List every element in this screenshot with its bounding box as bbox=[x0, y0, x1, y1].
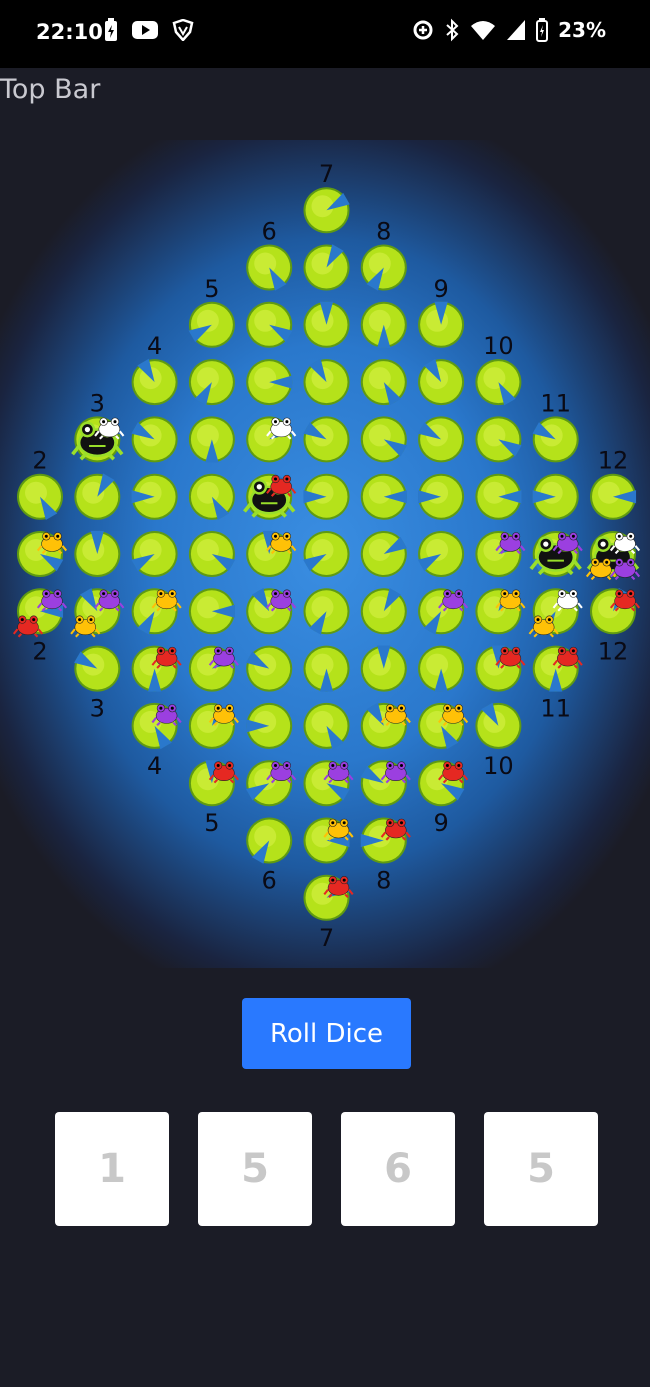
column-label-top: 3 bbox=[90, 389, 105, 417]
lily-pad[interactable] bbox=[418, 301, 465, 348]
lily-pad[interactable] bbox=[303, 531, 350, 577]
lily-pad[interactable] bbox=[418, 358, 465, 406]
column-label-bottom: 8 bbox=[376, 867, 391, 895]
die-1: 1 bbox=[55, 1112, 169, 1226]
lily-pad[interactable] bbox=[246, 817, 293, 864]
die-3: 6 bbox=[341, 1112, 455, 1226]
lily-pad[interactable] bbox=[418, 645, 465, 692]
column-label-top: 2 bbox=[32, 447, 47, 475]
lily-pad[interactable] bbox=[188, 531, 236, 577]
lily-pad[interactable] bbox=[360, 359, 407, 406]
lily-pad[interactable] bbox=[74, 645, 121, 692]
lily-pad[interactable] bbox=[532, 473, 579, 520]
lily-pad[interactable] bbox=[590, 473, 637, 520]
column-label-bottom: 7 bbox=[319, 924, 334, 952]
column-label-bottom: 10 bbox=[483, 752, 514, 780]
lily-pad[interactable] bbox=[360, 531, 408, 577]
column-label-top: 8 bbox=[376, 218, 391, 246]
shield-vpn-icon bbox=[172, 19, 194, 41]
lily-pad[interactable] bbox=[131, 531, 178, 577]
column-label-bottom: 5 bbox=[204, 809, 219, 837]
lily-pad[interactable] bbox=[303, 473, 350, 520]
lily-pad[interactable] bbox=[74, 473, 121, 520]
lily-pad[interactable] bbox=[303, 645, 350, 692]
lily-pad[interactable] bbox=[303, 301, 350, 348]
status-time: 22:10 bbox=[36, 20, 103, 44]
board-svg: 2 2 3 3 4 4 5 5 6 6 7 7 8 8 9 9 10 10 11 11 12 12 bbox=[12, 160, 641, 952]
lily-pad[interactable] bbox=[360, 244, 407, 291]
lily-pad[interactable] bbox=[475, 473, 522, 520]
lily-pad[interactable] bbox=[246, 702, 293, 749]
column-label-top: 4 bbox=[147, 332, 162, 360]
lily-pad[interactable] bbox=[188, 473, 235, 520]
lily-pad[interactable] bbox=[303, 416, 350, 463]
lily-pad[interactable] bbox=[131, 416, 178, 463]
lily-pad[interactable] bbox=[131, 473, 178, 520]
battery-saver-icon bbox=[105, 18, 117, 41]
lily-pad[interactable] bbox=[246, 301, 293, 348]
youtube-icon bbox=[132, 21, 158, 39]
lily-pad[interactable] bbox=[245, 645, 293, 692]
lily-pad[interactable] bbox=[188, 359, 235, 406]
lily-pad[interactable] bbox=[303, 187, 350, 234]
lily-pad[interactable] bbox=[417, 416, 465, 463]
lily-pad[interactable] bbox=[360, 301, 407, 348]
lily-pad[interactable] bbox=[475, 702, 522, 749]
column-label-bottom: 3 bbox=[90, 695, 105, 723]
die-2: 5 bbox=[198, 1112, 312, 1226]
lily-pad[interactable] bbox=[360, 645, 407, 692]
signal-icon bbox=[507, 20, 526, 40]
lily-pad[interactable] bbox=[418, 473, 465, 520]
wifi-icon bbox=[471, 21, 496, 40]
column-label-top: 5 bbox=[204, 275, 219, 303]
game-board: 2 2 3 3 4 4 5 5 6 6 7 7 8 8 9 9 10 10 11 11 12 12 bbox=[0, 140, 650, 968]
status-bar: 22:10 23% bbox=[0, 0, 650, 68]
status-icons-right: 23% bbox=[412, 18, 606, 42]
column-label-bottom: 11 bbox=[540, 695, 571, 723]
bluetooth-icon bbox=[446, 18, 459, 42]
column-label-bottom: 6 bbox=[262, 867, 277, 895]
lily-pad[interactable] bbox=[475, 416, 522, 463]
lily-pad[interactable] bbox=[246, 244, 293, 291]
lily-pad[interactable] bbox=[246, 359, 293, 406]
column-label-bottom: 2 bbox=[32, 637, 47, 665]
column-label-bottom: 9 bbox=[433, 809, 448, 837]
die-4: 5 bbox=[484, 1112, 598, 1226]
lily-pad[interactable] bbox=[360, 416, 408, 463]
data-saver-icon bbox=[413, 20, 433, 40]
column-label-top: 7 bbox=[319, 160, 334, 188]
lily-pad[interactable] bbox=[303, 702, 350, 750]
lily-pad[interactable] bbox=[532, 416, 579, 463]
lily-pad[interactable] bbox=[188, 301, 235, 348]
column-label-top: 10 bbox=[483, 332, 514, 360]
lily-pad[interactable] bbox=[131, 358, 178, 406]
battery-percent: 23% bbox=[558, 18, 606, 42]
lily-pad[interactable] bbox=[360, 588, 407, 635]
lily-pad[interactable] bbox=[17, 473, 63, 520]
lily-pad[interactable] bbox=[303, 244, 350, 291]
lily-pad[interactable] bbox=[188, 588, 235, 635]
lily-pad[interactable] bbox=[74, 530, 121, 577]
column-label-top: 12 bbox=[598, 447, 629, 475]
lily-pad[interactable] bbox=[475, 359, 522, 406]
column-label-bottom: 12 bbox=[598, 637, 629, 665]
column-label-top: 11 bbox=[540, 389, 571, 417]
column-label-top: 6 bbox=[262, 218, 277, 246]
dice-row: 1 5 6 5 bbox=[0, 1112, 650, 1226]
lily-pad[interactable] bbox=[417, 531, 465, 577]
column-label-bottom: 4 bbox=[147, 752, 162, 780]
status-icons-left bbox=[104, 18, 194, 42]
lily-pad[interactable] bbox=[360, 473, 407, 520]
column-label-top: 9 bbox=[433, 275, 448, 303]
lily-pad[interactable] bbox=[303, 358, 350, 406]
roll-dice-button[interactable]: Roll Dice bbox=[242, 998, 411, 1069]
top-bar-title: Top Bar bbox=[0, 74, 101, 105]
lily-pad[interactable] bbox=[188, 416, 235, 463]
lily-pad[interactable] bbox=[303, 588, 350, 635]
battery-icon bbox=[536, 18, 549, 42]
